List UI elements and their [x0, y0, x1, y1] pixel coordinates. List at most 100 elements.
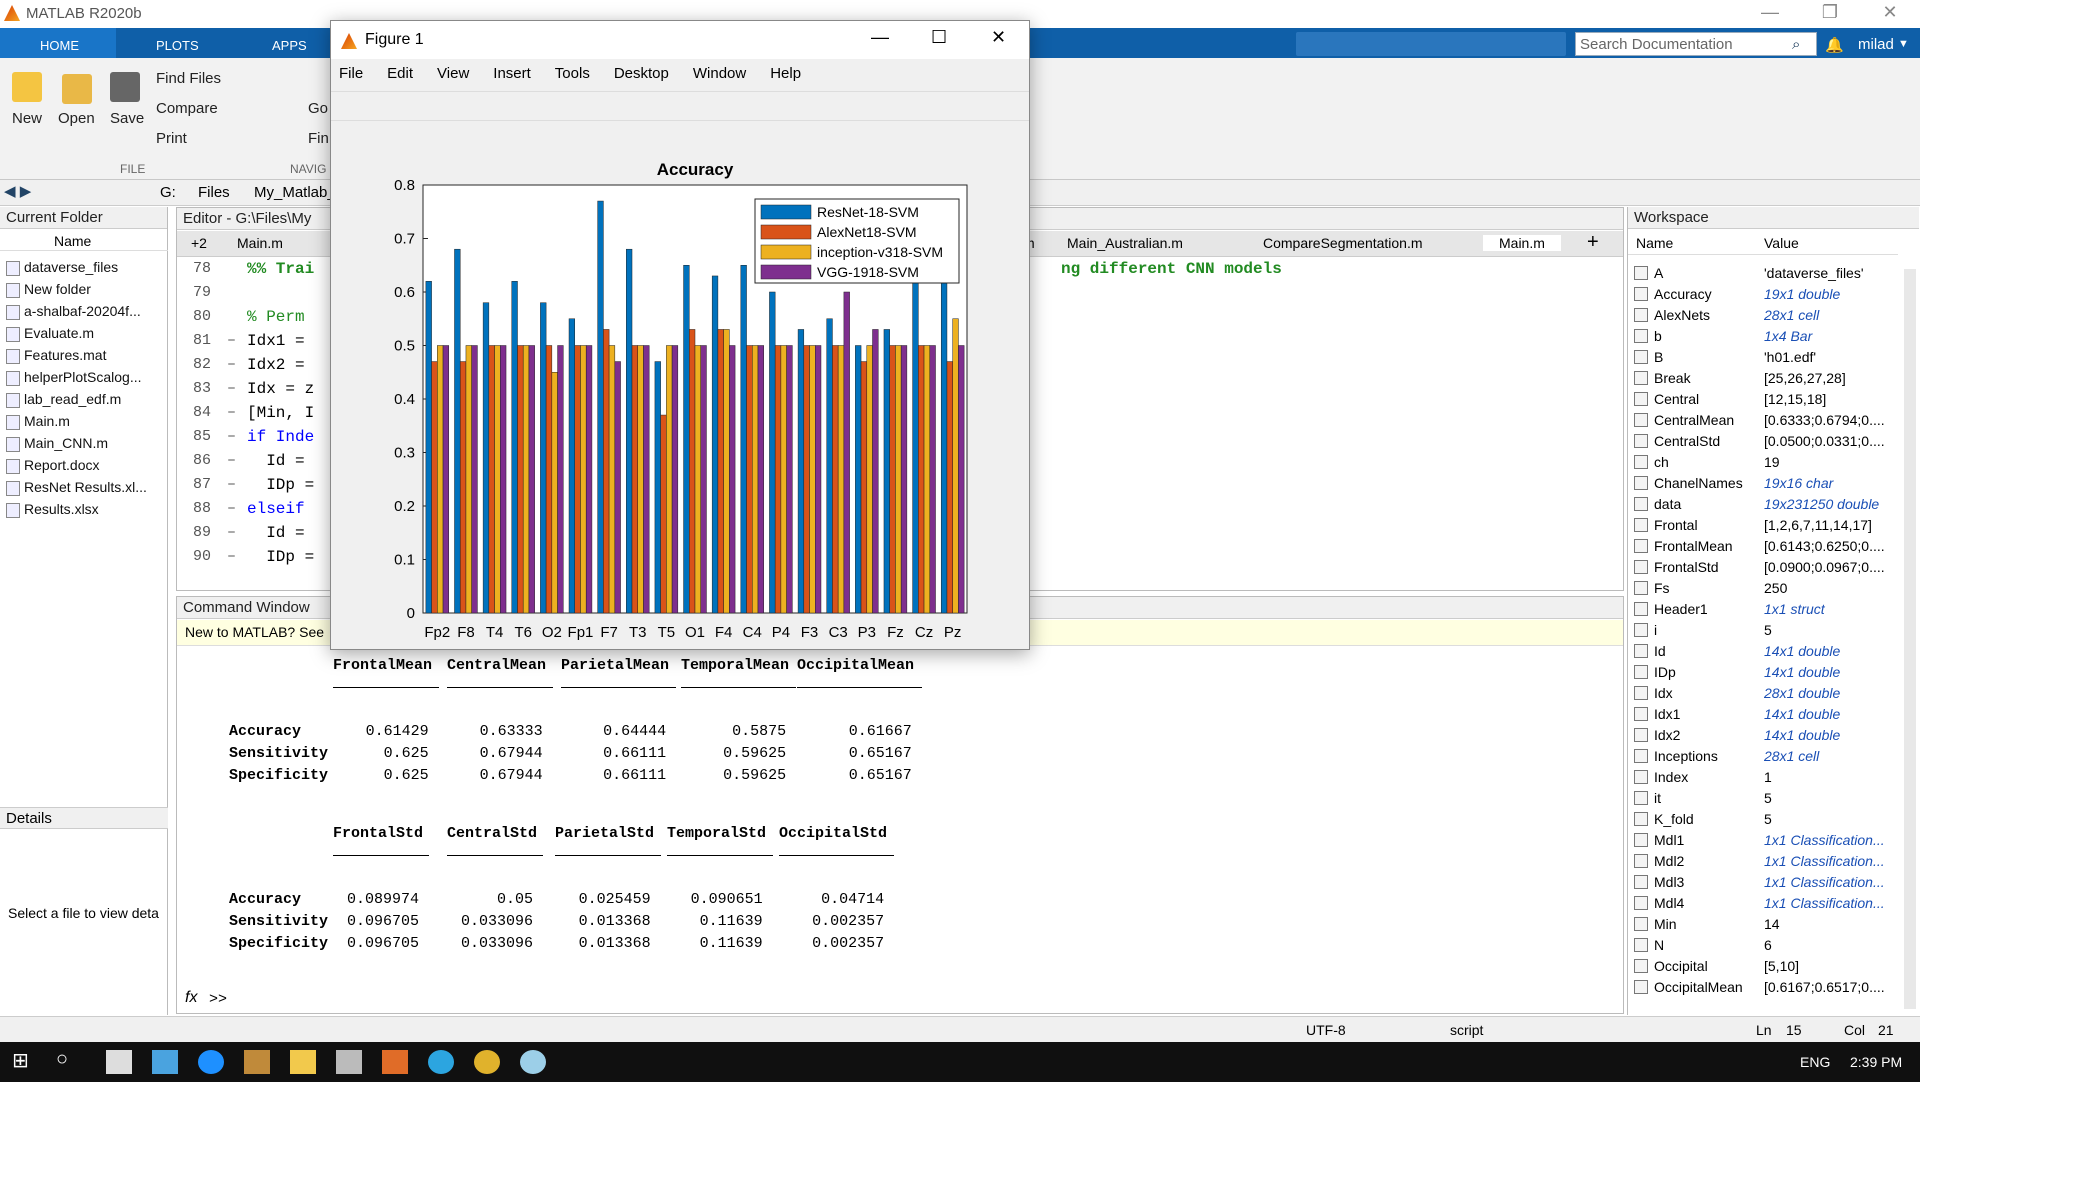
file-item[interactable]: Main.m [6, 413, 70, 433]
code-line[interactable]: IDp = [247, 548, 314, 566]
code-line[interactable]: Id = [247, 452, 304, 470]
go-to-button[interactable]: Go [308, 100, 328, 117]
code-line[interactable]: Idx2 = [247, 356, 305, 374]
breakpoint-marker[interactable]: – [227, 476, 236, 493]
editor-tab-main-australian[interactable]: Main_Australian.m [1067, 235, 1183, 251]
close-icon[interactable]: ✕ [1868, 2, 1912, 26]
editor-tab-main[interactable]: Main.m [237, 235, 283, 251]
workspace-variable[interactable]: B 'h01.edf' [1628, 347, 1898, 368]
workspace-variable[interactable]: Frontal [1,2,6,7,11,14,17] [1628, 515, 1898, 536]
address-files[interactable]: Files [198, 184, 230, 201]
new-button[interactable]: New [12, 110, 42, 127]
code-line[interactable]: Id = [247, 524, 304, 542]
command-prompt[interactable]: >> [209, 991, 227, 1008]
quick-access-toolbar[interactable] [1296, 32, 1566, 56]
settings-gear-icon[interactable] [336, 1050, 362, 1074]
file-explorer-icon[interactable] [290, 1050, 316, 1074]
workspace-variable[interactable]: Central [12,15,18] [1628, 389, 1898, 410]
editor-tab-count[interactable]: +2 [191, 235, 207, 251]
breakpoint-marker[interactable]: – [227, 548, 236, 565]
workspace-variable[interactable]: OccipitalMean [0.6167;0.6517;0.... [1628, 977, 1898, 998]
file-item[interactable]: dataverse_files [6, 259, 118, 279]
figure-close-icon[interactable]: ✕ [991, 27, 1006, 48]
file-item[interactable]: Results.xlsx [6, 501, 99, 521]
workspace-variable[interactable]: CentralStd [0.0500;0.0331;0.... [1628, 431, 1898, 452]
workspace-variable[interactable]: Fs 250 [1628, 578, 1898, 599]
workspace-variable[interactable]: Mdl1 1x1 Classification... [1628, 830, 1898, 851]
workspace-variable[interactable]: Id 14x1 double [1628, 641, 1898, 662]
workspace-variable[interactable]: IDp 14x1 double [1628, 662, 1898, 683]
workspace-variable[interactable]: Idx2 14x1 double [1628, 725, 1898, 746]
workspace-variable[interactable]: Accuracy 19x1 double [1628, 284, 1898, 305]
figure-menu-item[interactable]: File [339, 65, 363, 82]
ws-name-header[interactable]: Name [1636, 235, 1673, 251]
figure-maximize-icon[interactable]: ☐ [931, 27, 947, 48]
workspace-variable[interactable]: ch 19 [1628, 452, 1898, 473]
figure-menu-item[interactable]: View [437, 65, 469, 82]
address-folder[interactable]: My_Matlab_ [254, 184, 336, 201]
workspace-variable[interactable]: Index 1 [1628, 767, 1898, 788]
new-icon[interactable] [12, 72, 42, 102]
app-icon[interactable] [152, 1050, 178, 1074]
figure-menu-item[interactable]: Desktop [614, 65, 669, 82]
telegram-icon[interactable] [428, 1050, 454, 1074]
workspace-variable[interactable]: Mdl2 1x1 Classification... [1628, 851, 1898, 872]
code-line[interactable]: Idx1 = [247, 332, 305, 350]
workspace-variable[interactable]: data 19x231250 double [1628, 494, 1898, 515]
file-item[interactable]: Features.mat [6, 347, 106, 367]
code-line[interactable]: %% Trai [247, 260, 314, 278]
cortana-icon[interactable]: ○ [56, 1048, 68, 1071]
figure-menu-item[interactable]: Insert [493, 65, 531, 82]
workspace-variable[interactable]: CentralMean [0.6333;0.6794;0.... [1628, 410, 1898, 431]
ws-value-header[interactable]: Value [1764, 235, 1799, 251]
workspace-variable[interactable]: N6 [1628, 935, 1898, 956]
search-icon[interactable]: ⌕ [1792, 36, 1800, 53]
breakpoint-marker[interactable]: – [227, 356, 236, 373]
tab-home-label[interactable]: HOME [40, 38, 79, 53]
file-item[interactable]: lab_read_edf.m [6, 391, 121, 411]
workspace-variable[interactable]: ChanelNames 19x16 char [1628, 473, 1898, 494]
breakpoint-marker[interactable]: – [227, 404, 236, 421]
user-menu[interactable]: milad [1858, 36, 1894, 53]
workspace-variable[interactable]: it 5 [1628, 788, 1898, 809]
start-icon[interactable]: ⊞ [12, 1048, 29, 1073]
code-line[interactable]: elseif [247, 500, 305, 518]
figure-menu-item[interactable]: Tools [555, 65, 590, 82]
breakpoint-marker[interactable]: – [227, 524, 236, 541]
workspace-variable[interactable]: Break [25,26,27,28] [1628, 368, 1898, 389]
add-tab-icon[interactable]: + [1587, 231, 1599, 254]
matlab-taskbar-icon[interactable] [382, 1050, 408, 1074]
edge-icon[interactable] [198, 1050, 224, 1074]
file-item[interactable]: helperPlotScalog... [6, 369, 142, 389]
breakpoint-marker[interactable]: – [227, 380, 236, 397]
code-line[interactable]: [Min, I [247, 404, 314, 422]
workspace-variable[interactable]: i5 [1628, 620, 1898, 641]
workspace-variable[interactable]: AlexNets 28x1 cell [1628, 305, 1898, 326]
file-item[interactable]: Report.docx [6, 457, 99, 477]
print-button[interactable]: Print [156, 130, 187, 147]
figure-menu-item[interactable]: Help [770, 65, 801, 82]
address-drive[interactable]: G: [160, 184, 176, 201]
compare-button[interactable]: Compare [156, 100, 218, 117]
search-documentation-input[interactable]: Search Documentation ⌕ [1575, 32, 1817, 56]
workspace-scrollbar[interactable] [1904, 269, 1916, 1009]
breakpoint-marker[interactable]: – [227, 452, 236, 469]
language-indicator[interactable]: ENG [1800, 1054, 1830, 1070]
code-line[interactable]: Idx = z [247, 380, 314, 398]
file-item[interactable]: Evaluate.m [6, 325, 94, 345]
code-line[interactable]: % Perm [247, 308, 305, 326]
bell-icon[interactable]: 🔔 [1825, 36, 1844, 54]
breakpoint-marker[interactable]: – [227, 332, 236, 349]
tab-plots[interactable]: PLOTS [156, 38, 199, 53]
tab-apps[interactable]: APPS [272, 38, 307, 53]
photos-icon[interactable] [244, 1050, 270, 1074]
workspace-variable[interactable]: b 1x4 Bar [1628, 326, 1898, 347]
file-item[interactable]: ResNet Results.xl... [6, 479, 147, 499]
editor-tab-main-active[interactable]: Main.m [1483, 235, 1561, 251]
code-line[interactable]: if Inde [247, 428, 314, 446]
figure-minimize-icon[interactable]: — [871, 27, 889, 48]
workspace-variable[interactable]: A 'dataverse_files' [1628, 263, 1898, 284]
save-icon[interactable] [110, 72, 140, 102]
editor-tab-compare-segmentation[interactable]: CompareSegmentation.m [1263, 235, 1423, 251]
workspace-variable[interactable]: Occipital [5,10] [1628, 956, 1898, 977]
